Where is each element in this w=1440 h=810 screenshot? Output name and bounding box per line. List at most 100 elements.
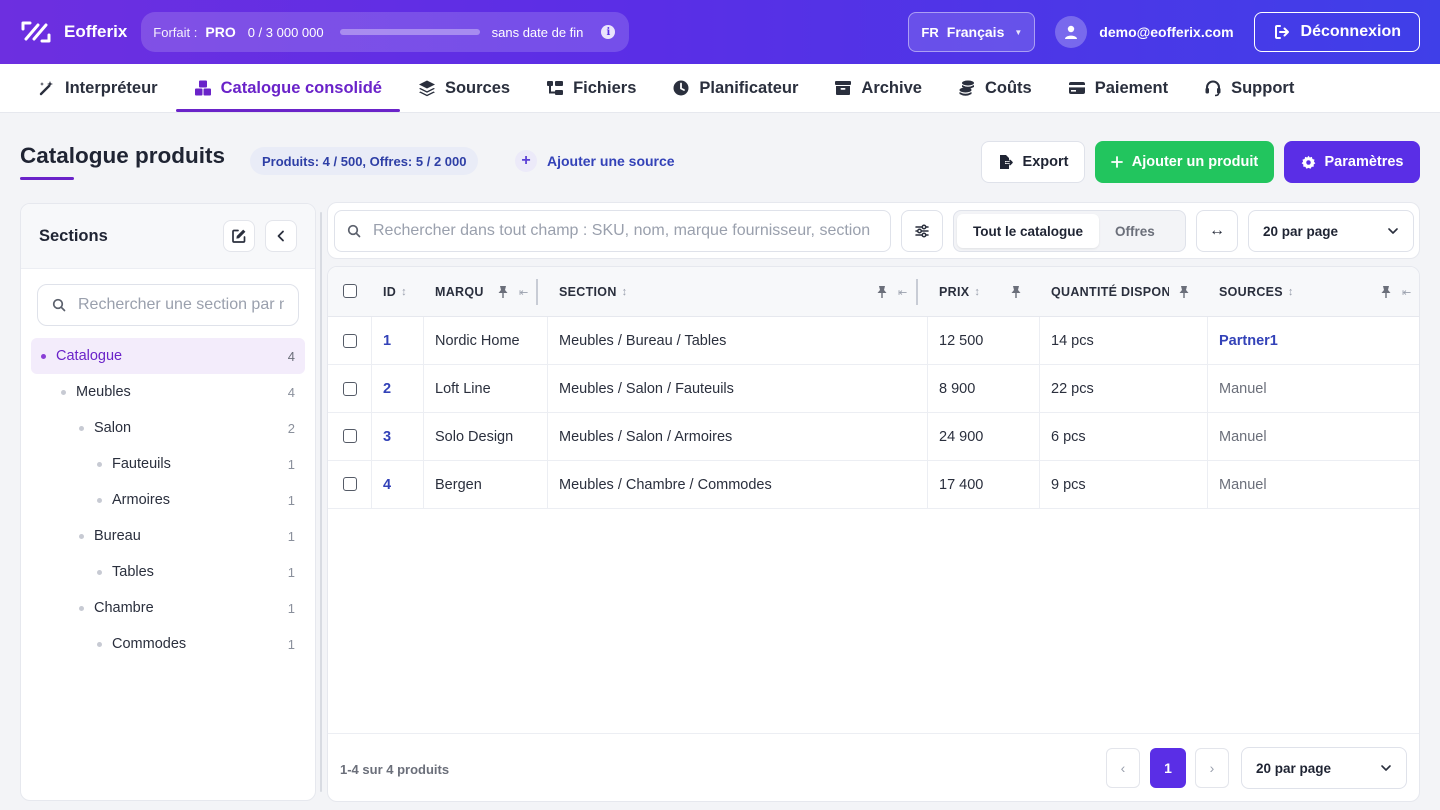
add-source-link[interactable]: + Ajouter une source <box>515 147 675 175</box>
column-header-sources[interactable]: SOURCES ↕ <box>1219 267 1294 317</box>
pin-icon[interactable] <box>1010 285 1022 299</box>
cell-brand: Loft Line <box>435 380 491 397</box>
prev-page-button[interactable]: ‹ <box>1106 748 1140 788</box>
chevron-right-icon: › <box>1209 760 1215 776</box>
table-row[interactable]: 3 Solo Design Meubles / Salon / Armoires… <box>328 413 1419 461</box>
collapse-column-icon[interactable]: ⇤ <box>898 267 908 317</box>
table-row[interactable]: 4 Bergen Meubles / Chambre / Commodes 17… <box>328 461 1419 509</box>
tab-support[interactable]: Support <box>1186 64 1312 112</box>
column-label: PRIX <box>939 285 970 299</box>
add-source-label: Ajouter une source <box>547 153 675 169</box>
settings-label: Paramètres <box>1324 154 1404 170</box>
tab-sources[interactable]: Sources <box>400 64 528 112</box>
logout-button[interactable]: Déconnexion <box>1253 12 1420 52</box>
cell-id[interactable]: 3 <box>383 413 391 460</box>
add-product-label: Ajouter un produit <box>1131 154 1259 170</box>
language-select[interactable]: FR Français ▼ <box>908 12 1036 52</box>
cell-id[interactable]: 1 <box>383 317 391 364</box>
resize-handle[interactable] <box>320 212 322 792</box>
cell-source-link[interactable]: Partner1 <box>1219 317 1278 364</box>
segment-tout-le-catalogue[interactable]: Tout le catalogue <box>957 214 1100 248</box>
section-search-input[interactable]: Rechercher une section par nom <box>37 284 299 326</box>
tab-archive[interactable]: Archive <box>816 64 940 112</box>
pin-icon[interactable] <box>1178 285 1190 299</box>
pin-icon[interactable] <box>876 285 888 299</box>
edit-sections-button[interactable] <box>223 220 255 252</box>
cell-source: Manuel <box>1219 476 1267 493</box>
tab-interpreteur[interactable]: Interpréteur <box>20 64 176 112</box>
segment-offres[interactable]: Offres <box>1099 214 1171 248</box>
tree-item-label: Chambre <box>94 600 154 616</box>
tree-item-fauteuils[interactable]: Fauteuils 1 <box>31 446 305 482</box>
tree-item-count: 1 <box>287 528 295 544</box>
tree-item-commodes[interactable]: Commodes 1 <box>31 626 305 662</box>
per-page-select[interactable]: 20 par page <box>1248 210 1414 252</box>
tree-item-chambre[interactable]: Chambre 1 <box>31 590 305 626</box>
column-label: MARQU <box>435 285 484 299</box>
tree-item-armoires[interactable]: Armoires 1 <box>31 482 305 518</box>
table-row[interactable]: 1 Nordic Home Meubles / Bureau / Tables … <box>328 317 1419 365</box>
column-header-quantite[interactable]: QUANTITÉ DISPON <box>1051 267 1169 317</box>
pin-icon[interactable] <box>1380 285 1392 299</box>
user-email: demo@eofferix.com <box>1099 24 1234 40</box>
collapse-column-icon[interactable]: ⇤ <box>1402 267 1412 317</box>
top-bar: Eofferix Forfait : PRO 0 / 3 000 000 san… <box>0 0 1440 64</box>
tab-label: Planificateur <box>699 78 799 97</box>
export-label: Export <box>1022 154 1069 170</box>
tree-item-bureau[interactable]: Bureau 1 <box>31 518 305 554</box>
tab-paiement[interactable]: Paiement <box>1050 64 1186 112</box>
info-icon[interactable]: i <box>601 25 616 39</box>
column-header-section[interactable]: SECTION ↕ <box>559 267 627 317</box>
select-all-checkbox[interactable] <box>343 284 357 298</box>
section-tree: Catalogue 4 Meubles 4 Salon 2 Fauteuils 1 Ar… <box>21 338 315 662</box>
tree-item-catalogue[interactable]: Catalogue 4 <box>31 338 305 374</box>
pin-icon[interactable] <box>497 285 509 299</box>
brand[interactable]: Eofferix <box>20 19 127 45</box>
search-icon <box>52 298 66 312</box>
headset-icon <box>1205 80 1221 97</box>
table-row[interactable]: 2 Loft Line Meubles / Salon / Fauteuils … <box>328 365 1419 413</box>
column-header-prix[interactable]: PRIX ↕ <box>939 267 980 317</box>
tab-couts[interactable]: Coûts <box>940 64 1050 112</box>
row-checkbox[interactable] <box>343 429 357 443</box>
tree-item-count: 4 <box>287 384 295 400</box>
tab-fichiers[interactable]: Fichiers <box>528 64 654 112</box>
row-checkbox[interactable] <box>343 382 357 396</box>
tree-item-salon[interactable]: Salon 2 <box>31 410 305 446</box>
tree-item-meubles[interactable]: Meubles 4 <box>31 374 305 410</box>
column-filter-button[interactable] <box>901 210 943 252</box>
sort-icon[interactable]: ↕ <box>622 286 628 298</box>
arrows-horizontal-icon: ↔ <box>1209 222 1225 239</box>
usage-counts-badge: Produits: 4 / 500, Offres: 5 / 2 000 <box>250 147 479 175</box>
expand-width-button[interactable]: ↔ <box>1196 210 1238 252</box>
tab-planificateur[interactable]: Planificateur <box>654 64 816 112</box>
bullet-icon <box>97 461 102 467</box>
add-product-button[interactable]: Ajouter un produit <box>1095 141 1274 183</box>
tree-item-label: Bureau <box>94 528 141 544</box>
cell-price: 8 900 <box>939 380 976 397</box>
sort-icon[interactable]: ↕ <box>401 286 407 298</box>
settings-button[interactable]: Paramètres <box>1284 141 1420 183</box>
collapse-sidebar-button[interactable] <box>265 220 297 252</box>
tree-item-tables[interactable]: Tables 1 <box>31 554 305 590</box>
column-header-id[interactable]: ID ↕ <box>383 267 407 317</box>
page-button-current[interactable]: 1 <box>1150 748 1186 788</box>
collapse-column-icon[interactable]: ⇤ <box>519 267 529 317</box>
row-checkbox[interactable] <box>343 477 357 491</box>
next-page-button[interactable]: › <box>1195 748 1229 788</box>
user-menu[interactable]: demo@eofferix.com <box>1055 16 1234 48</box>
cell-id[interactable]: 4 <box>383 461 391 508</box>
logout-icon <box>1274 25 1289 39</box>
sort-icon[interactable]: ↕ <box>1288 286 1294 298</box>
sections-sidebar: Sections Rechercher une section par nom … <box>20 203 316 801</box>
footer-per-page-select[interactable]: 20 par page <box>1241 747 1407 789</box>
sort-icon[interactable]: ↕ <box>974 286 980 298</box>
column-resizer[interactable] <box>916 279 918 305</box>
tab-catalogue-consolide[interactable]: Catalogue consolidé <box>175 64 401 112</box>
export-button[interactable]: Export <box>981 141 1085 183</box>
column-resizer[interactable] <box>536 279 538 305</box>
column-header-marque[interactable]: MARQU <box>435 267 484 317</box>
catalog-search-input[interactable]: Rechercher dans tout champ : SKU, nom, m… <box>334 210 891 252</box>
cell-id[interactable]: 2 <box>383 365 391 412</box>
row-checkbox[interactable] <box>343 334 357 348</box>
